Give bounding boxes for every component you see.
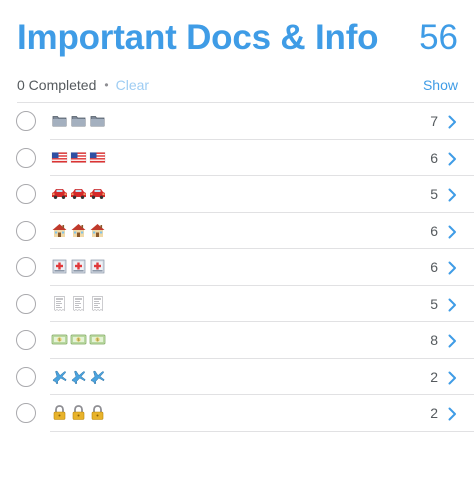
- house-icon: [70, 222, 87, 239]
- show-button[interactable]: Show: [423, 77, 458, 93]
- item-count: 56: [419, 18, 458, 57]
- subtask-count: 8: [430, 332, 438, 348]
- money-icon: $: [70, 331, 87, 348]
- lock-icon: [51, 404, 68, 421]
- car-icon: [51, 185, 68, 202]
- list-item[interactable]: 6: [0, 249, 474, 286]
- list-header: Important Docs & Info 56: [17, 14, 458, 62]
- folder-icon: [89, 112, 106, 129]
- item-title-icons: $ $ $: [51, 331, 106, 349]
- subtask-count: 2: [430, 368, 438, 385]
- item-title-icons: [51, 185, 106, 203]
- chevron-right-icon[interactable]: [448, 114, 457, 129]
- subtask-count: 6: [430, 222, 438, 239]
- completed-bar: 0 Completed • Clear Show: [17, 74, 458, 96]
- folder-icon: [70, 112, 87, 129]
- us-flag-icon: [51, 149, 68, 166]
- airplane-icon: [89, 368, 106, 385]
- house-icon: [89, 222, 106, 239]
- receipt-icon: [89, 295, 106, 312]
- item-title-icons: [51, 222, 106, 240]
- chevron-right-icon[interactable]: [448, 406, 457, 421]
- hospital-icon: [51, 258, 68, 275]
- receipt-icon: [70, 295, 87, 312]
- list-item[interactable]: 2: [0, 395, 474, 432]
- completion-checkbox[interactable]: [16, 220, 36, 241]
- list-item[interactable]: 6: [0, 140, 474, 176]
- subtask-count: 2: [430, 405, 438, 421]
- item-title-icons: [51, 112, 106, 130]
- list-item[interactable]: 5: [0, 286, 474, 322]
- row-divider: [50, 430, 474, 432]
- us-flag-icon: [89, 149, 106, 166]
- completion-checkbox[interactable]: [16, 257, 36, 277]
- money-icon: $: [51, 331, 68, 348]
- receipt-icon: [51, 295, 68, 312]
- completion-checkbox[interactable]: [16, 147, 36, 168]
- completion-checkbox[interactable]: [16, 403, 36, 423]
- chevron-right-icon[interactable]: [448, 333, 457, 348]
- house-icon: [51, 222, 68, 239]
- subtask-count: 6: [430, 259, 438, 275]
- airplane-icon: [70, 368, 87, 385]
- reminder-list: 7 6 5 6 6 5 $ $ $8 2 2: [0, 103, 474, 432]
- svg-text:$: $: [96, 337, 99, 342]
- completion-checkbox[interactable]: [16, 330, 36, 350]
- list-item[interactable]: $ $ $8: [0, 322, 474, 359]
- item-title-icons: [51, 368, 106, 386]
- list-item[interactable]: 5: [0, 176, 474, 213]
- chevron-right-icon[interactable]: [448, 297, 457, 311]
- svg-text:$: $: [77, 337, 80, 342]
- completion-checkbox[interactable]: [16, 366, 36, 387]
- item-title-icons: [51, 149, 106, 167]
- subtask-count: 5: [430, 186, 438, 202]
- us-flag-icon: [70, 149, 87, 166]
- chevron-right-icon[interactable]: [448, 260, 457, 275]
- lock-icon: [89, 404, 106, 421]
- chevron-right-icon[interactable]: [448, 224, 457, 238]
- subtask-count: 5: [430, 295, 438, 312]
- airplane-icon: [51, 368, 68, 385]
- lock-icon: [70, 404, 87, 421]
- folder-icon: [51, 112, 68, 129]
- chevron-right-icon[interactable]: [448, 370, 457, 384]
- list-item[interactable]: 7: [0, 103, 474, 140]
- chevron-right-icon[interactable]: [448, 187, 457, 202]
- chevron-right-icon[interactable]: [448, 151, 457, 165]
- car-icon: [70, 185, 87, 202]
- subtask-count: 7: [430, 113, 438, 129]
- hospital-icon: [70, 258, 87, 275]
- clear-button[interactable]: Clear: [116, 77, 149, 93]
- completion-checkbox[interactable]: [16, 111, 36, 131]
- separator-dot: •: [104, 78, 109, 92]
- svg-text:$: $: [58, 337, 61, 342]
- item-title-icons: [51, 404, 106, 422]
- list-item[interactable]: 2: [0, 359, 474, 395]
- completed-count: 0 Completed: [17, 77, 97, 93]
- item-title-icons: [51, 258, 106, 276]
- list-item[interactable]: 6: [0, 213, 474, 249]
- subtask-count: 6: [430, 149, 438, 166]
- hospital-icon: [89, 258, 106, 275]
- completion-checkbox[interactable]: [16, 184, 36, 204]
- completion-checkbox[interactable]: [16, 293, 36, 314]
- list-title: Important Docs & Info: [17, 18, 379, 57]
- item-title-icons: [51, 295, 106, 313]
- car-icon: [89, 185, 106, 202]
- money-icon: $: [89, 331, 106, 348]
